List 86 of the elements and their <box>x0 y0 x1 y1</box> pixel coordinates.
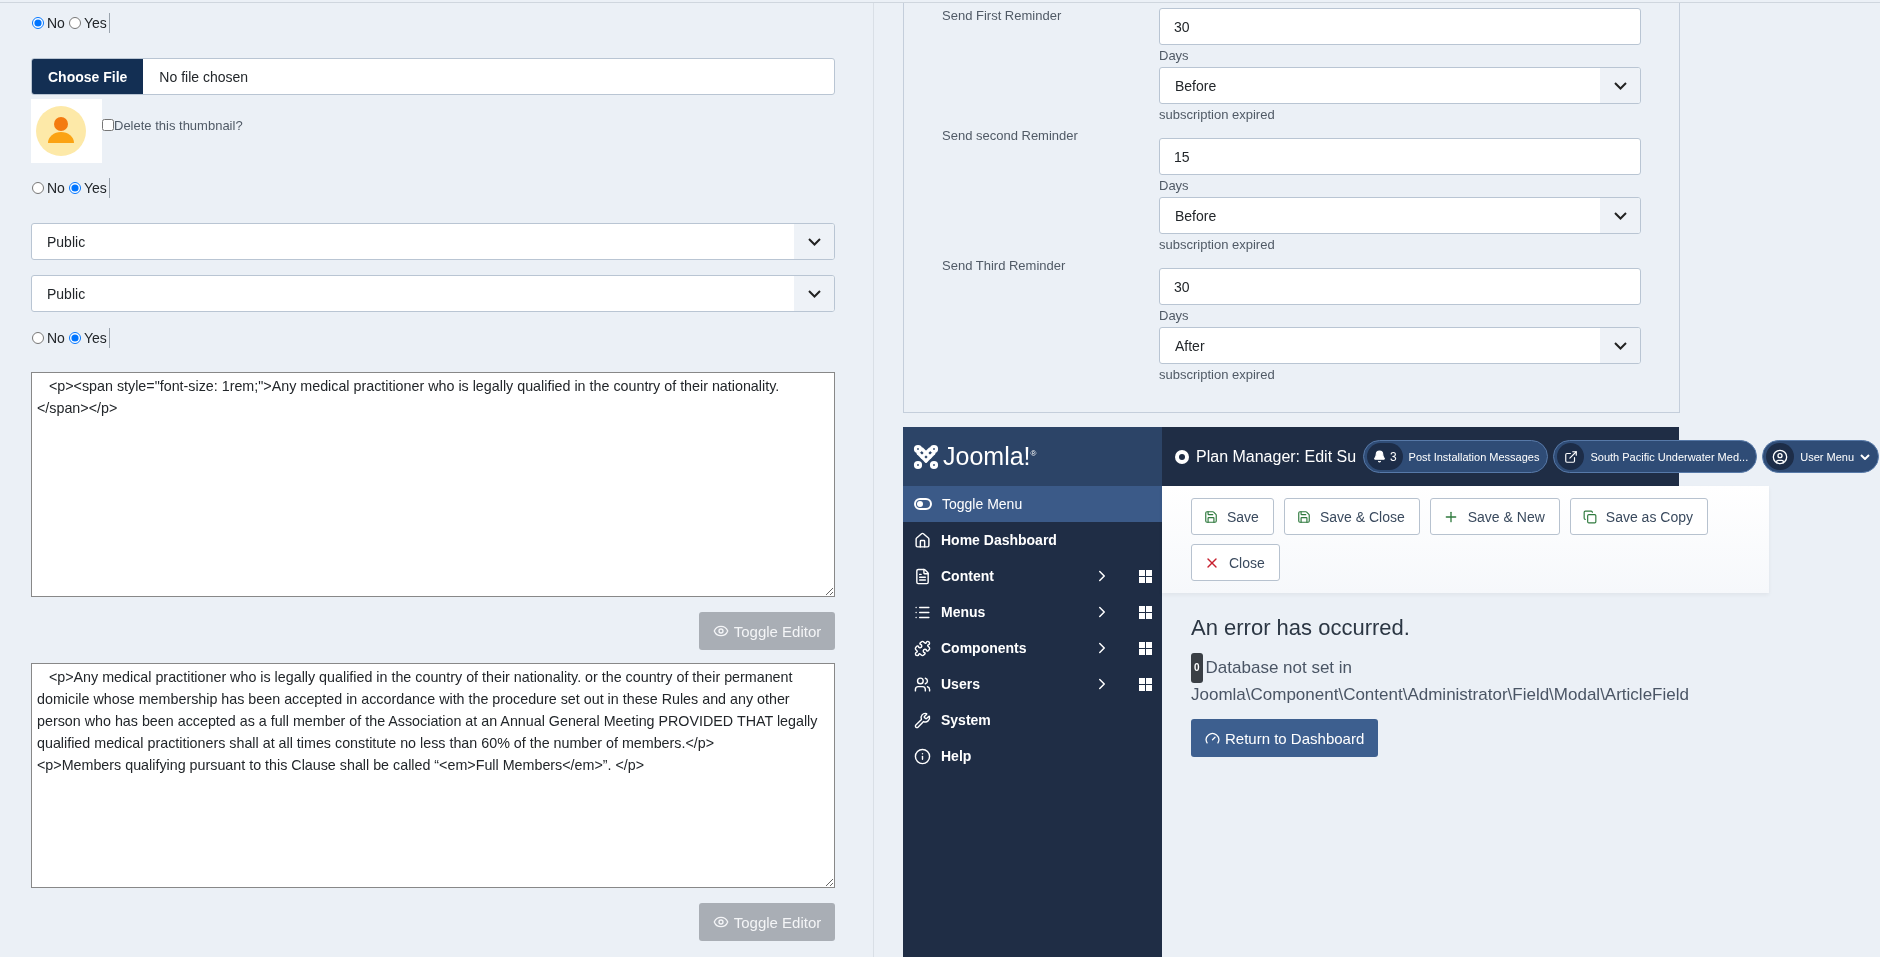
unit-label: Days <box>1159 177 1190 195</box>
select-field[interactable]: Public <box>31 275 835 312</box>
error-heading: An error has occurred. <box>1191 615 1411 641</box>
radio-button[interactable] <box>68 332 81 344</box>
toggle-icon <box>914 498 932 510</box>
radio-button[interactable] <box>32 17 44 29</box>
timing-select[interactable]: Before <box>1159 67 1641 104</box>
floppy-icon <box>1296 509 1311 524</box>
site-link-pill[interactable]: South Pacific Underwater Med... <box>1553 440 1758 473</box>
radio-button[interactable] <box>68 182 81 194</box>
radio-button[interactable] <box>32 182 44 194</box>
sidebar-item[interactable]: System <box>903 702 1162 738</box>
radio-label: Yes <box>83 15 107 31</box>
sidebar-item[interactable]: Components <box>903 630 1162 666</box>
external-link-icon <box>1563 449 1578 464</box>
suffix-label: subscription expired <box>1159 236 1276 254</box>
grid-icon[interactable] <box>1139 569 1152 583</box>
notifications-pill[interactable]: 3 Post Installation Messages <box>1362 440 1549 473</box>
grid-icon[interactable] <box>1139 605 1152 619</box>
chevron-down-icon <box>1613 81 1627 90</box>
grid-icon[interactable] <box>1139 641 1152 655</box>
circle-dot-icon <box>1174 448 1190 465</box>
radio-label: No <box>47 180 65 196</box>
toolbar-button[interactable]: Save as Copy <box>1569 498 1708 535</box>
suffix-label: subscription expired <box>1159 106 1276 124</box>
error-message: 0 Database not set in Joomla\Component\Content\Administrator\Field\Modal\ArticleField <box>1191 653 1791 707</box>
bell-icon <box>1372 450 1386 463</box>
days-input[interactable]: 30 <box>1159 268 1641 305</box>
sidebar-item[interactable]: Home Dashboard <box>903 522 1162 558</box>
toolbar-button[interactable]: Save & Close <box>1283 498 1420 535</box>
suffix-label: subscription expired <box>1159 366 1276 384</box>
toolbar-button[interactable]: Save & New <box>1429 498 1560 535</box>
floppy-icon <box>1204 509 1218 524</box>
chevron-down-icon <box>1613 211 1627 220</box>
home-icon <box>914 531 931 549</box>
field-label: Send First Reminder <box>941 8 1063 23</box>
file-input[interactable]: Choose File No file chosen <box>31 58 835 95</box>
sidebar-item[interactable]: Menus <box>903 594 1162 630</box>
grid-icon[interactable] <box>1139 677 1152 691</box>
unit-label: Days <box>1159 47 1190 65</box>
unit-label: Days <box>1159 307 1190 325</box>
editor-textarea[interactable]: <p><span style="font-size: 1rem;">Any medical practitioner who is legally qualified in the country of their nationality. </span></p> <box>31 372 835 597</box>
sidebar-item[interactable]: Help <box>903 738 1162 774</box>
select-field[interactable]: Public <box>31 223 835 260</box>
toolbar-button[interactable]: Save <box>1191 498 1274 535</box>
days-input[interactable]: 15 <box>1159 138 1641 175</box>
logo-icon <box>913 443 939 470</box>
puzzle-icon <box>914 639 931 657</box>
timing-select[interactable]: After <box>1159 327 1641 364</box>
radio-button[interactable] <box>32 332 44 344</box>
chevron-down-icon <box>807 237 821 246</box>
logo-text: Joomla!$^{®}$ <box>943 442 1037 471</box>
radio-label: Yes <box>83 330 107 346</box>
radio-label: Yes <box>83 180 107 196</box>
days-input[interactable]: 30 <box>1159 8 1641 45</box>
toolbar-button[interactable]: Close <box>1191 544 1280 581</box>
user-icon <box>1772 448 1789 465</box>
page-title: Plan Manager: Edit Su <box>1196 447 1357 466</box>
info-icon <box>914 747 931 765</box>
copy-icon <box>1582 509 1597 524</box>
chevron-down-icon <box>1613 341 1627 350</box>
eye-icon <box>712 623 729 639</box>
field-label: Send Third Reminder <box>941 258 1067 273</box>
radio-label: No <box>47 15 65 31</box>
checkbox-label: Delete this thumbnail? <box>114 117 243 133</box>
chevron-down-icon <box>1860 453 1870 460</box>
sidebar-item[interactable]: Content <box>903 558 1162 594</box>
return-to-dashboard-button[interactable]: Return to Dashboard <box>1191 719 1379 757</box>
eye-icon <box>712 914 729 930</box>
users-icon <box>914 675 931 693</box>
timing-select[interactable]: Before <box>1159 197 1641 234</box>
wrench-icon <box>914 711 931 729</box>
avatar-drawing <box>31 99 102 163</box>
sidebar-item[interactable]: Toggle Menu <box>903 486 1162 522</box>
chevron-down-icon <box>807 289 821 298</box>
user-menu-pill[interactable]: User Menu <box>1762 440 1879 473</box>
document-icon <box>914 567 931 585</box>
radio-button[interactable] <box>68 17 81 29</box>
field-label: Send second Reminder <box>941 128 1079 143</box>
gauge-icon <box>1205 730 1220 746</box>
radio-label: No <box>47 330 65 346</box>
choose-file-button[interactable]: Choose File <box>32 59 144 94</box>
file-status: No file chosen <box>158 68 249 85</box>
checkbox[interactable] <box>102 119 114 131</box>
sidebar-item[interactable]: Users <box>903 666 1162 702</box>
editor-textarea[interactable]: <p>Any medical practitioner who is legally qualified in the country of their nationality. or the country of their permanent domicile whose membership has been accepted in accordance with the procedure set out in these Rules and any other person who has been accepted as a full member of the Association at an Annual General Meeting PROVIDED THAT legally qualified medical practitioners shall at all times constitute no less than 60% of the number of members.</p> <p>Members qualifying pursuant to this Clause shall be called “<em>Full Members</em>”. </p> <box>31 663 835 888</box>
